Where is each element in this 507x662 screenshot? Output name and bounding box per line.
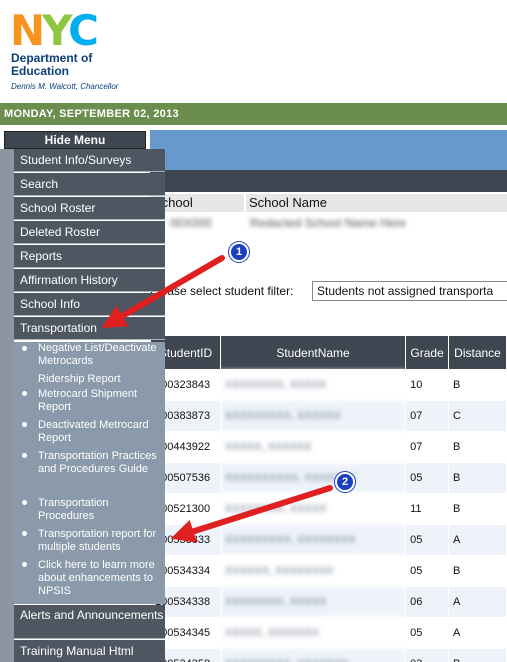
table-row[interactable]: 100534345 XXXXX, XXXXXXX 05 A bbox=[150, 617, 507, 649]
table-row[interactable]: 100443922 XXXXX, XXXXXX 07 B bbox=[150, 431, 507, 463]
studentname-column-header[interactable]: StudentName bbox=[219, 335, 407, 370]
submenu-deactivated-metrocard-report[interactable]: Deactivated Metrocard Report bbox=[38, 419, 163, 445]
student-name-cell: XXXXXX, XXXXXXXX bbox=[219, 555, 407, 587]
logo-letter-n: N bbox=[10, 6, 45, 55]
logo-letter-c: C bbox=[68, 6, 99, 55]
grade-cell: 05 bbox=[405, 524, 450, 556]
school-name-column-header: School Name bbox=[246, 194, 507, 212]
grade-cell: 05 bbox=[405, 555, 450, 587]
menu-item-affirmation-history[interactable]: Affirmation History bbox=[14, 269, 165, 292]
grade-cell: 05 bbox=[405, 617, 450, 649]
distance-cell: B bbox=[448, 369, 507, 401]
distance-cell: B bbox=[448, 493, 507, 525]
logo-department-text: Department of Education bbox=[11, 52, 92, 78]
bullet-icon bbox=[22, 531, 27, 536]
grade-cell: 06 bbox=[405, 586, 450, 618]
bullet-icon bbox=[22, 391, 27, 396]
table-row[interactable]: 100323843 XXXXXXXX, XXXXX 10 B bbox=[150, 369, 507, 401]
school-code-cell: 00X000 bbox=[170, 216, 212, 230]
student-table-header-row: StudentID StudentName Grade Distance bbox=[150, 335, 507, 370]
distance-cell: B bbox=[448, 648, 507, 662]
student-filter-label: Please select student filter: bbox=[150, 284, 294, 298]
student-name-cell: XXXXXXXXXX, XXXXXXX bbox=[219, 462, 407, 494]
callout-badge-1: 1 bbox=[229, 242, 249, 262]
distance-column-header[interactable]: Distance bbox=[448, 335, 507, 370]
bullet-icon bbox=[22, 346, 27, 351]
school-name-cell: Redacted School Name Here bbox=[250, 216, 407, 230]
menu-item-training-manual[interactable]: Training Manual Html bbox=[14, 640, 165, 662]
date-bar: MONDAY, SEPTEMBER 02, 2013 bbox=[0, 103, 507, 125]
student-name-cell: XXXXXXXX, XXXXX bbox=[219, 493, 407, 525]
student-name-cell: XXXXX, XXXXXXX bbox=[219, 617, 407, 649]
table-row[interactable]: 100534338 XXXXXXXX, XXXXX 06 A bbox=[150, 586, 507, 618]
bullet-icon bbox=[22, 453, 27, 458]
menu-item-transportation[interactable]: Transportation bbox=[14, 317, 165, 340]
table-row[interactable]: 100521300 XXXXXXXX, XXXXX 11 B bbox=[150, 493, 507, 525]
hide-menu-button[interactable]: Hide Menu bbox=[4, 131, 146, 149]
menu-item-search[interactable]: Search bbox=[14, 173, 165, 196]
menu-item-deleted-roster[interactable]: Deleted Roster bbox=[14, 221, 165, 244]
chancellor-name: Dennis M. Walcott, Chancellor bbox=[11, 82, 119, 91]
menu-item-school-roster[interactable]: School Roster bbox=[14, 197, 165, 220]
grade-cell: 05 bbox=[405, 462, 450, 494]
menu-item-alerts-announcements[interactable]: Alerts and Announcements bbox=[14, 605, 165, 639]
dept-line-2: Education bbox=[11, 64, 70, 78]
nyc-logo-letters: NYC bbox=[10, 10, 99, 52]
callout-badge-2: 2 bbox=[335, 472, 355, 492]
menu-item-reports[interactable]: Reports bbox=[14, 245, 165, 268]
distance-cell: A bbox=[448, 586, 507, 618]
transportation-submenu: Negative List/Deactivate Metrocards Ride… bbox=[14, 342, 165, 604]
student-name-cell: XXXXXXXXX, XXXXXXX bbox=[219, 648, 407, 662]
page: NYC Department of Education Dennis M. Wa… bbox=[0, 0, 507, 662]
distance-cell: A bbox=[448, 524, 507, 556]
table-row[interactable]: 100533333 XXXXXXXXX, XXXXXXXX 05 A bbox=[150, 524, 507, 556]
table-row[interactable]: 100534358XXXXXXXXX, XXXXXXX03B bbox=[150, 648, 507, 662]
grade-cell: 07 bbox=[405, 400, 450, 432]
submenu-npsis-enhancements[interactable]: Click here to learn more about enhanceme… bbox=[38, 559, 163, 598]
menu-item-school-info[interactable]: School Info bbox=[14, 293, 165, 316]
student-name-cell: XXXXXXXX, XXXXX bbox=[219, 586, 407, 618]
page-banner bbox=[150, 130, 507, 170]
menu-item-student-info-surveys[interactable]: Student Info/Surveys bbox=[14, 149, 165, 172]
grade-cell: 11 bbox=[405, 493, 450, 525]
grade-cell: 07 bbox=[405, 431, 450, 463]
logo-letter-y: Y bbox=[42, 6, 71, 55]
submenu-ridership-report[interactable]: Ridership Report bbox=[38, 373, 163, 386]
student-name-cell: XXXXXXXXX, XXXXXX bbox=[219, 400, 407, 432]
submenu-negative-list[interactable]: Negative List/Deactivate Metrocards bbox=[38, 342, 163, 368]
student-name-cell: XXXXXXXXX, XXXXXXXX bbox=[219, 524, 407, 556]
distance-cell: C bbox=[448, 400, 507, 432]
student-filter-select[interactable]: Students not assigned transporta bbox=[312, 281, 507, 301]
student-table: StudentID StudentName Grade Distance 100… bbox=[150, 335, 507, 662]
table-row[interactable]: 100507536 XXXXXXXXXX, XXXXXXX 05 B bbox=[150, 462, 507, 494]
submenu-report-multiple-students[interactable]: Transportation report for multiple stude… bbox=[38, 528, 163, 554]
submenu-transportation-procedures[interactable]: Transportation Procedures bbox=[38, 497, 163, 523]
nyc-doe-logo[interactable]: NYC Department of Education Dennis M. Wa… bbox=[10, 10, 130, 95]
menu-side-strip bbox=[0, 149, 14, 662]
table-row[interactable]: 100534334 XXXXXX, XXXXXXXX 05 B bbox=[150, 555, 507, 587]
distance-cell: A bbox=[448, 617, 507, 649]
table-row[interactable]: 100383873 XXXXXXXXX, XXXXXX 07 C bbox=[150, 400, 507, 432]
submenu-practices-procedures-guide[interactable]: Transportation Practices and Procedures … bbox=[38, 450, 163, 476]
submenu-metrocard-shipment-report[interactable]: Metrocard Shipment Report bbox=[38, 388, 163, 414]
bullet-icon bbox=[22, 500, 27, 505]
distance-cell: B bbox=[448, 431, 507, 463]
bullet-icon bbox=[22, 562, 27, 567]
student-name-cell: XXXXX, XXXXXX bbox=[219, 431, 407, 463]
grade-column-header[interactable]: Grade bbox=[405, 335, 450, 370]
distance-cell: B bbox=[448, 555, 507, 587]
student-name-cell: XXXXXXXX, XXXXX bbox=[219, 369, 407, 401]
grade-cell: 03 bbox=[405, 648, 450, 662]
section-header-bar bbox=[150, 170, 507, 192]
bullet-icon bbox=[22, 422, 27, 427]
distance-cell: B bbox=[448, 462, 507, 494]
grade-cell: 10 bbox=[405, 369, 450, 401]
